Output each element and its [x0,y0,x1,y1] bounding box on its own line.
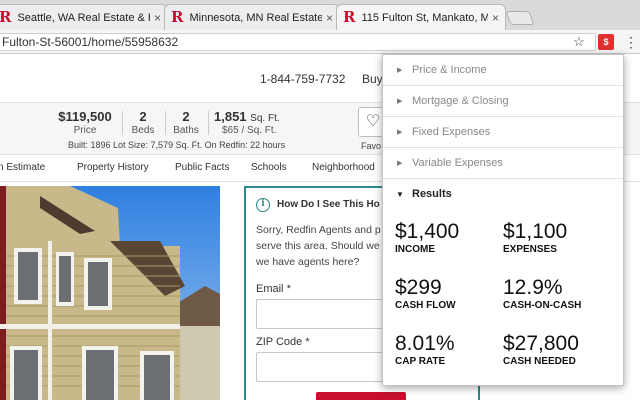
chevron-right-icon: ▶ [397,98,403,105]
new-tab-button[interactable] [505,11,535,25]
browser-menu-icon[interactable]: ⋮ [624,33,638,51]
contact-title: How Do I See This Ho [277,199,380,210]
address-bar[interactable]: Fulton-St-56001/home/55958632 [0,33,596,51]
tab-close-icon[interactable]: × [154,11,161,25]
chevron-down-icon: ▼ [396,190,404,199]
browser-toolbar: Fulton-St-56001/home/55958632 ☆ $ ⋮ [0,30,640,54]
section-variable-expenses[interactable]: ▶ Variable Expenses [383,148,623,179]
stat-beds: 2 Beds [131,109,155,136]
submit-button[interactable] [316,392,406,400]
listing-photo[interactable] [0,186,220,400]
tab-strip: R Seattle, WA Real Estate & Hom × R Minn… [0,0,640,30]
stat-price: $119,500 Price [58,109,112,136]
favorite-label: Favo [361,141,382,151]
redfin-logo-icon: R [171,8,184,26]
nav-public-facts[interactable]: Public Facts [175,162,229,173]
section-price-income[interactable]: ▶ Price & Income [383,55,623,86]
tab-minnesota[interactable]: R Minnesota, MN Real Estate & H × [164,4,340,30]
redfin-logo-icon: R [0,8,12,26]
house-photo-image [0,186,220,400]
nav-property-history[interactable]: Property History [77,162,149,173]
zip-label: ZIP Code * [256,336,310,348]
tab-seattle[interactable]: R Seattle, WA Real Estate & Hom × [0,4,168,30]
metric-expenses: $1,100 EXPENSES [503,220,568,255]
metric-cash-on-cash: 12.9% CASH-ON-CASH [503,276,582,311]
extension-icon[interactable]: $ [598,34,614,50]
metric-cash-needed: $27,800 CASH NEEDED [503,332,579,367]
chevron-right-icon: ▶ [397,129,403,136]
divider [165,111,166,135]
heart-icon: ♡ [365,113,381,130]
tab-title: 115 Fulton St, Mankato, MN 56 [361,11,488,24]
tab-title: Seattle, WA Real Estate & Hom [17,11,150,24]
section-mortgage-closing[interactable]: ▶ Mortgage & Closing [383,86,623,117]
metric-cash-flow: $299 CASH FLOW [395,276,456,311]
chevron-right-icon: ▶ [397,67,403,74]
tab-fulton-st[interactable]: R 115 Fulton St, Mankato, MN 56 × [336,4,506,30]
tab-close-icon[interactable]: × [326,11,333,25]
metric-income: $1,400 INCOME [395,220,460,255]
stat-baths: 2 Baths [173,109,199,136]
section-results[interactable]: ▼ Results [383,179,623,209]
metric-cap-rate: 8.01% CAP RATE [395,332,455,367]
tab-title: Minnesota, MN Real Estate & H [189,11,322,24]
redfin-logo-icon: R [343,8,356,26]
phone-number[interactable]: 1-844-759-7732 [260,72,345,86]
info-icon: i [256,198,270,212]
bookmark-star-icon[interactable]: ☆ [573,34,585,50]
chevron-right-icon: ▶ [397,160,403,167]
divider [208,111,209,135]
contact-message: Sorry, Redfin Agents and p serve this ar… [256,224,381,268]
section-fixed-expenses[interactable]: ▶ Fixed Expenses [383,117,623,148]
nav-buy[interactable]: Buy [362,72,383,86]
nav-neighborhood[interactable]: Neighborhood [312,162,375,173]
email-label: Email * [256,283,291,295]
stat-sqft: 1,851 Sq. Ft. $65 / Sq. Ft. [214,109,280,136]
nav-schools[interactable]: Schools [251,162,287,173]
extension-popup: ▶ Price & Income ▶ Mortgage & Closing ▶ … [382,54,624,386]
nav-estimate[interactable]: n Estimate [0,162,45,173]
divider [122,111,123,135]
tab-close-icon[interactable]: × [492,11,499,25]
listing-details-line: Built: 1896 Lot Size: 7,579 Sq. Ft. On R… [68,140,286,150]
